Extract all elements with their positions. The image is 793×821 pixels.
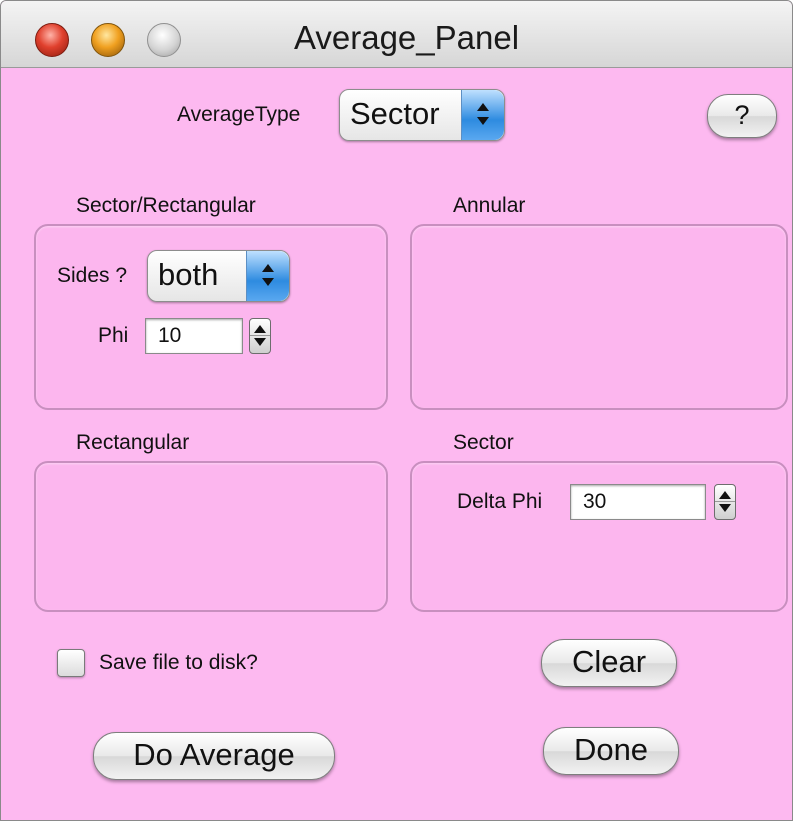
phi-label: Phi — [98, 324, 129, 347]
popup-arrows-icon — [461, 90, 504, 140]
average-type-value: Sector — [350, 96, 440, 131]
stepper-down-icon[interactable] — [719, 504, 731, 512]
rectangular-group-title: Rectangular — [76, 431, 190, 454]
title-bar[interactable]: Average_Panel — [1, 1, 792, 68]
save-file-checkbox[interactable] — [57, 649, 85, 677]
sides-popup[interactable]: both — [147, 250, 290, 302]
phi-input[interactable] — [146, 319, 242, 353]
annular-group — [410, 224, 788, 410]
delta-phi-field[interactable] — [570, 484, 706, 520]
sector-group-title: Sector — [453, 431, 514, 454]
stepper-down-icon[interactable] — [254, 338, 266, 346]
done-button[interactable]: Done — [543, 727, 679, 775]
average-panel-window: Average_Panel AverageType Sector ? Secto… — [0, 0, 793, 821]
annular-group-title: Annular — [453, 194, 526, 217]
save-file-label[interactable]: Save file to disk? — [99, 651, 258, 675]
sides-label: Sides ? — [57, 264, 128, 287]
help-button[interactable]: ? — [707, 94, 777, 138]
rectangular-group — [34, 461, 388, 612]
average-type-label: AverageType — [177, 103, 301, 126]
stepper-up-icon[interactable] — [254, 325, 266, 333]
do-average-button[interactable]: Do Average — [93, 732, 335, 780]
phi-field[interactable] — [145, 318, 243, 354]
popup-arrows-icon — [246, 251, 289, 301]
sides-value: both — [158, 257, 219, 292]
window-title: Average_Panel — [293, 19, 520, 56]
average-type-popup[interactable]: Sector — [339, 89, 505, 141]
delta-phi-stepper[interactable] — [714, 484, 736, 520]
stepper-up-icon[interactable] — [719, 491, 731, 499]
delta-phi-label: Delta Phi — [457, 490, 543, 513]
sector-rectangular-group-title: Sector/Rectangular — [76, 194, 256, 217]
delta-phi-input[interactable] — [571, 485, 705, 519]
clear-button[interactable]: Clear — [541, 639, 677, 687]
phi-stepper[interactable] — [249, 318, 271, 354]
